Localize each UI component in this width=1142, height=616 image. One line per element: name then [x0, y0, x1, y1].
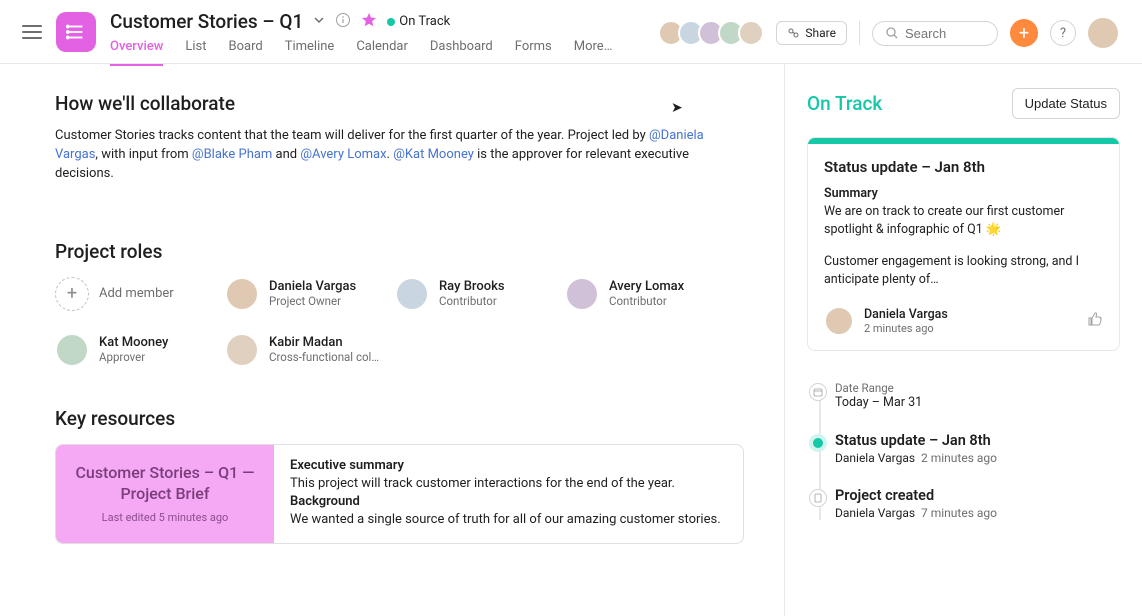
tab-board[interactable]: Board: [229, 39, 263, 66]
status-dot-icon: [809, 434, 827, 452]
collab-heading: How we'll collaborate: [55, 92, 744, 115]
tab-more[interactable]: More…: [574, 39, 613, 66]
status-body-text: Customer engagement is looking strong, a…: [824, 253, 1103, 289]
menu-icon[interactable]: [22, 22, 42, 42]
activity-timeline: Date Range Today – Mar 31 Status update …: [807, 381, 1120, 520]
roles-grid: + Add member Daniela VargasProject Owner…: [55, 277, 744, 367]
role-name: Kabir Madan: [269, 335, 379, 350]
divider: [859, 21, 860, 45]
add-member-label: Add member: [99, 286, 174, 301]
tab-calendar[interactable]: Calendar: [356, 39, 408, 66]
role-name: Avery Lomax: [609, 279, 684, 294]
timeline-item[interactable]: Project created Daniela Vargas 7 minutes…: [835, 487, 1120, 520]
status-label: On Track: [399, 14, 450, 29]
timeline-time: 2 minutes ago: [921, 451, 997, 465]
share-label: Share: [805, 26, 836, 40]
search-field[interactable]: [905, 26, 985, 41]
brief-card[interactable]: Customer Stories – Q1 — Project Brief La…: [55, 444, 744, 544]
role-sub: Approver: [99, 350, 168, 364]
star-icon[interactable]: [361, 12, 377, 32]
timeline-title: Status update – Jan 8th: [835, 432, 1120, 449]
key-resources-heading: Key resources: [55, 407, 744, 430]
document-icon: [809, 489, 827, 507]
project-title[interactable]: Customer Stories – Q1: [110, 10, 303, 33]
share-button[interactable]: Share: [776, 21, 847, 45]
brief-subtitle: Last edited 5 minutes ago: [102, 511, 229, 524]
timeline-title: Project created: [835, 487, 1120, 504]
tab-overview[interactable]: Overview: [110, 39, 163, 66]
status-dot-icon: [387, 18, 395, 26]
avatar: [55, 333, 89, 367]
brief-thumbnail: Customer Stories – Q1 — Project Brief La…: [56, 445, 274, 543]
header-avatars[interactable]: [664, 20, 764, 46]
role-item[interactable]: Kabir MadanCross-functional col…: [225, 333, 395, 367]
help-button[interactable]: ?: [1050, 20, 1076, 46]
brief-title: Customer Stories – Q1 — Project Brief: [72, 463, 258, 505]
add-member-button[interactable]: + Add member: [55, 277, 225, 311]
like-icon[interactable]: [1087, 311, 1103, 331]
role-name: Daniela Vargas: [269, 279, 356, 294]
tab-forms[interactable]: Forms: [515, 39, 552, 66]
mention-blake[interactable]: @Blake Pham: [192, 147, 272, 162]
info-icon[interactable]: [335, 12, 351, 32]
role-item[interactable]: Ray BrooksContributor: [395, 277, 565, 311]
timeline-date-range[interactable]: Date Range Today – Mar 31: [835, 381, 1120, 410]
chevron-down-icon[interactable]: [313, 14, 325, 30]
role-name: Kat Mooney: [99, 335, 168, 350]
avatar: [395, 277, 429, 311]
tab-dashboard[interactable]: Dashboard: [430, 39, 493, 66]
timeline-author: Daniela Vargas: [835, 451, 915, 465]
tabs: Overview List Board Timeline Calendar Da…: [110, 39, 664, 66]
avatar: [738, 20, 764, 46]
exec-summary-text: This project will track customer interac…: [290, 475, 721, 493]
tab-timeline[interactable]: Timeline: [285, 39, 335, 66]
role-item[interactable]: Avery LomaxContributor: [565, 277, 735, 311]
avatar: [225, 333, 259, 367]
date-range-label: Date Range: [835, 381, 1120, 395]
summary-label: Summary: [824, 186, 1103, 201]
avatar: [824, 306, 854, 336]
summary-text: We are on track to create our first cust…: [824, 203, 1103, 239]
status-author: Daniela Vargas 2 minutes ago: [824, 306, 948, 336]
right-panel: On Track Update Status Status update – J…: [784, 64, 1142, 616]
mention-kat[interactable]: @Kat Mooney: [393, 147, 474, 162]
timeline-author: Daniela Vargas: [835, 506, 915, 520]
timeline-item[interactable]: Status update – Jan 8th Daniela Vargas 2…: [835, 432, 1120, 465]
plus-icon: +: [55, 277, 89, 311]
role-sub: Cross-functional col…: [269, 350, 379, 364]
role-sub: Contributor: [439, 294, 505, 308]
role-item[interactable]: Kat MooneyApprover: [55, 333, 225, 367]
exec-summary-label: Executive summary: [290, 458, 404, 473]
add-button[interactable]: +: [1010, 19, 1038, 47]
timeline-time: 7 minutes ago: [921, 506, 997, 520]
brief-preview: Executive summary This project will trac…: [274, 445, 737, 543]
status-update-card[interactable]: Status update – Jan 8th Summary We are o…: [807, 137, 1120, 351]
collab-text: Customer Stories tracks content that the…: [55, 127, 744, 184]
role-item[interactable]: Daniela VargasProject Owner: [225, 277, 395, 311]
role-sub: Contributor: [609, 294, 684, 308]
background-label: Background: [290, 494, 360, 509]
avatar: [225, 277, 259, 311]
role-name: Ray Brooks: [439, 279, 505, 294]
search-input[interactable]: [872, 21, 998, 46]
main-panel: How we'll collaborate Customer Stories t…: [0, 64, 784, 616]
author-name: Daniela Vargas: [864, 307, 948, 322]
status-card-title: Status update – Jan 8th: [824, 158, 1103, 176]
roles-heading: Project roles: [55, 240, 744, 263]
right-status-title: On Track: [807, 92, 882, 115]
search-icon: [885, 26, 899, 40]
topbar: Customer Stories – Q1 On Track Overview …: [0, 0, 1142, 64]
user-avatar[interactable]: [1088, 18, 1118, 48]
author-time: 2 minutes ago: [864, 322, 948, 335]
mention-avery[interactable]: @Avery Lomax: [300, 147, 386, 162]
tab-list[interactable]: List: [185, 39, 206, 66]
project-icon[interactable]: [56, 12, 96, 52]
update-status-button[interactable]: Update Status: [1012, 88, 1120, 119]
avatar: [565, 277, 599, 311]
date-range-value: Today – Mar 31: [835, 395, 1120, 410]
status-pill[interactable]: On Track: [387, 14, 450, 29]
calendar-icon: [809, 383, 827, 401]
role-sub: Project Owner: [269, 294, 356, 308]
background-text: We wanted a single source of truth for a…: [290, 511, 721, 529]
